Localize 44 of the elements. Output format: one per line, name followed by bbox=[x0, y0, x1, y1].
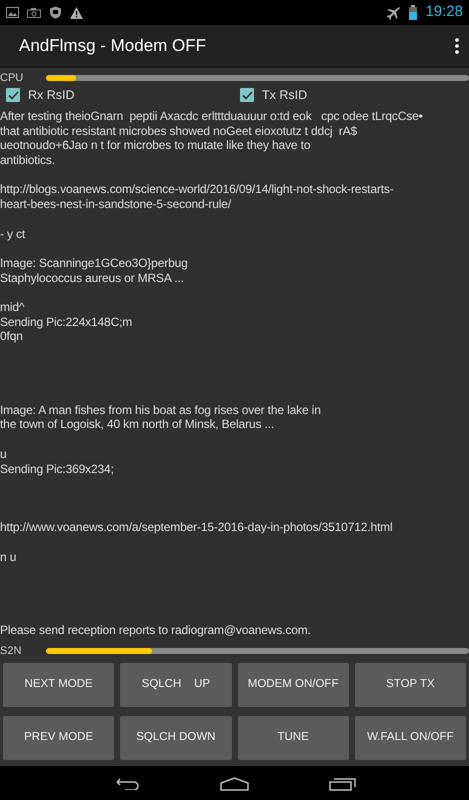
message-line: ueotnoudo+6Jao n t for microbes to mutate like they have to bbox=[0, 138, 312, 154]
recent-apps-icon[interactable] bbox=[329, 776, 356, 790]
message-line: Staphylococcus aureus or MRSA ... bbox=[0, 270, 185, 286]
meter-label: CPU bbox=[0, 72, 24, 84]
message-line: mid^ bbox=[0, 300, 26, 315]
checkbox-label: Rx RsID bbox=[28, 86, 75, 104]
control-button[interactable]: STOP TX bbox=[354, 663, 466, 707]
warning-icon bbox=[70, 6, 83, 18]
camera-icon bbox=[27, 8, 41, 18]
checkbox[interactable] bbox=[6, 88, 20, 102]
control-button[interactable]: SQLCH UP bbox=[120, 663, 232, 707]
checkbox-label: Tx RsID bbox=[262, 86, 308, 104]
control-button[interactable]: PREV MODE bbox=[3, 716, 114, 760]
message-line: heart-bees-nest-in-sandstone-5-second-rule/ bbox=[0, 197, 232, 212]
shield-icon bbox=[49, 6, 62, 19]
image-icon bbox=[6, 7, 19, 18]
message-line: http://www.voanews.com/a/september-15-2016-day-in-photos/3510712.html bbox=[0, 520, 394, 535]
message-line: that antibiotic resistant microbes showed noGeet eioxotutz t ddcj rA$ bbox=[0, 124, 358, 138]
control-button[interactable]: MODEM ON/OFF bbox=[238, 663, 349, 707]
clock-time: 19:28 bbox=[425, 2, 463, 22]
airplane-icon bbox=[387, 6, 402, 20]
control-button[interactable]: TUNE bbox=[238, 716, 349, 760]
control-button[interactable]: SQLCH DOWN bbox=[120, 716, 232, 760]
message-line: n u bbox=[0, 550, 18, 564]
message-line: 0fqn bbox=[0, 329, 24, 344]
message-line: Image: Scanninge1GCeo3O}perbug bbox=[0, 256, 189, 271]
home-icon[interactable] bbox=[220, 776, 249, 790]
message-line: the town of Logoisk, 40 km north of Minsk, Belarus ... bbox=[0, 417, 276, 432]
message-line: Sending Pic:369x234; bbox=[0, 462, 115, 476]
control-button[interactable]: W.FALL ON/OFF bbox=[354, 716, 466, 760]
app-title: AndFlmsg - Modem OFF bbox=[19, 34, 206, 57]
checkbox[interactable] bbox=[240, 88, 254, 102]
message-line: - y ct bbox=[0, 226, 26, 242]
battery-icon bbox=[409, 5, 418, 20]
message-line: Sending Pic:224x148C;m bbox=[0, 314, 134, 330]
meter-label: S2N bbox=[0, 645, 22, 657]
control-button[interactable]: NEXT MODE bbox=[3, 663, 114, 707]
overflow-menu-icon[interactable] bbox=[455, 38, 459, 54]
message-line: http://blogs.voanews.com/science-world/2016/09/14/light-not-shock-restarts- bbox=[0, 182, 395, 198]
message-line: After testing theioGnarn peptii Axacdc erltttduauuur o:td eok cpc odee tLrqcCse• bbox=[0, 109, 424, 124]
message-line: u bbox=[0, 446, 8, 462]
message-line: antibiotics. bbox=[0, 153, 56, 168]
message-line: Please send reception reports to radiogram@voanews.com. bbox=[0, 623, 312, 638]
message-line: Image: A man fishes from his boat as fog rises over the lake in bbox=[0, 402, 322, 418]
